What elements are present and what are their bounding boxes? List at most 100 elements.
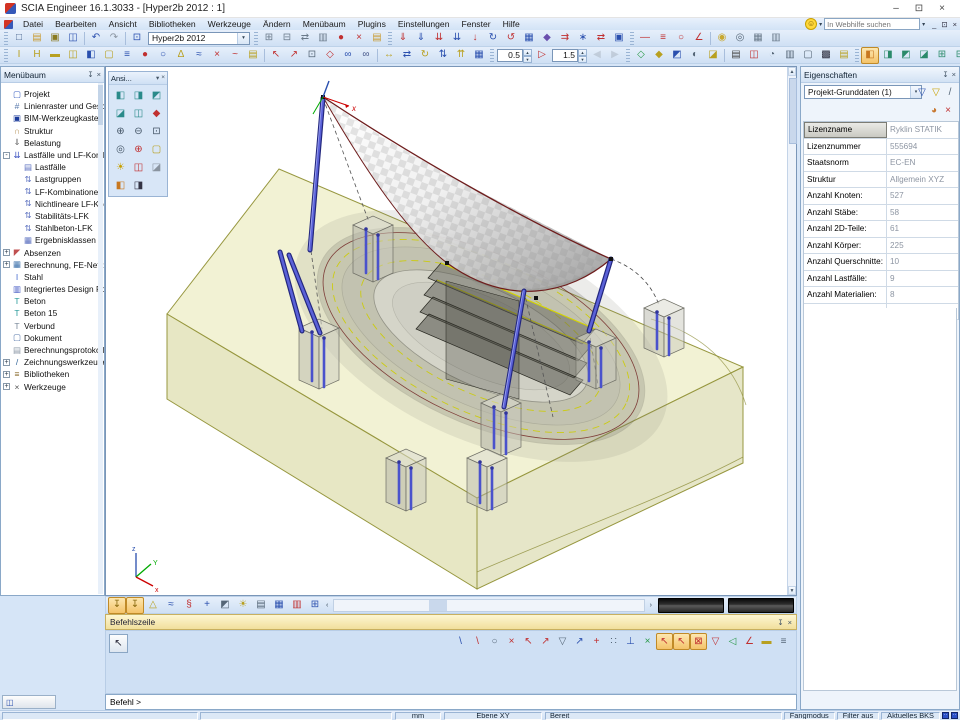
tree-item[interactable]: + × Werkzeuge (1, 381, 104, 393)
close-icon[interactable]: × (952, 70, 956, 79)
import-icon[interactable]: ⊞ (260, 30, 278, 47)
tree-item[interactable]: ▥ Integriertes Design Forms (1, 283, 104, 295)
spin-down-icon[interactable]: ▼ (578, 56, 587, 63)
tree-item[interactable]: ⇓ Belastung (1, 137, 104, 149)
vscroll-thumb[interactable] (789, 78, 797, 144)
bks-button-2[interactable]: ·· (951, 712, 958, 719)
mobile-load-icon[interactable]: ⇄ (592, 30, 610, 47)
layout-icon-3[interactable]: ◩ (897, 47, 915, 64)
search-dropdown-icon[interactable]: ▾ (922, 21, 925, 28)
help-dropdown-icon[interactable]: ▾ (819, 21, 822, 28)
move-point-icon[interactable]: ↗ (537, 633, 554, 650)
property-row[interactable]: Anzahl Körper: 225 (804, 238, 958, 255)
snap-tangent-icon[interactable]: ◁ (724, 633, 741, 650)
view-angle-icon[interactable]: ◆ (147, 105, 166, 122)
close-icon[interactable]: × (161, 74, 165, 82)
render-mode-icon[interactable]: ◩ (216, 597, 234, 614)
project-combo[interactable]: Hyper2b 2012 ▾ (148, 32, 250, 45)
command-input[interactable]: Befehl > (105, 694, 797, 710)
zoom-all-icon[interactable]: ◎ (111, 141, 130, 158)
export-icon[interactable]: ⊟ (278, 30, 296, 47)
select-node-icon[interactable]: ↖ (267, 47, 285, 64)
select-cursor-icon[interactable]: ↖ (520, 633, 537, 650)
subsoil-icon[interactable]: ≈ (190, 47, 208, 64)
grid-icon[interactable]: ▦ (749, 30, 767, 47)
wind-load-icon[interactable]: ⇉ (556, 30, 574, 47)
property-row[interactable]: Anzahl Materialien: 8 (804, 287, 958, 304)
property-row[interactable]: Staatsnorm EC-EN (804, 155, 958, 172)
tree-expander-icon[interactable]: + (3, 249, 10, 256)
close-icon[interactable]: × (97, 70, 101, 79)
tree-item[interactable]: + ◤ Absenzen (1, 246, 104, 258)
3d-viewport[interactable]: x z Y x Ansi... ▾ × (105, 66, 797, 596)
flag-icon[interactable]: ▽ (554, 633, 571, 650)
view-side-icon[interactable]: ◨ (129, 87, 148, 104)
tree-item[interactable]: ⇅ Lastgruppen (1, 173, 104, 185)
layout-icon-2[interactable]: ◨ (879, 47, 897, 64)
layout-active-icon[interactable]: ◧ (861, 47, 879, 64)
tree-item[interactable]: ▣ BIM-Werkzeugkasten (1, 112, 104, 124)
menu-item[interactable]: Ändern (257, 18, 297, 30)
scroll-right-icon[interactable]: › (648, 602, 654, 609)
snap-clear-icon[interactable]: × (639, 633, 656, 650)
wall-icon[interactable]: ◫ (64, 47, 82, 64)
thermal-load-icon[interactable]: ↓ (466, 30, 484, 47)
menu-item[interactable]: Plugins (352, 18, 392, 30)
shadow-icon[interactable]: ◨ (129, 177, 148, 194)
menu-item[interactable]: Fenster (455, 18, 496, 30)
scroll-left-icon[interactable]: ‹ (324, 602, 330, 609)
printer-icon[interactable]: ▤ (727, 47, 745, 64)
rendered-icon[interactable]: ◩ (668, 47, 686, 64)
undo-icon[interactable]: ↶ (87, 30, 105, 47)
select-polygon-icon[interactable]: ◇ (321, 47, 339, 64)
open-project-icon[interactable]: ▤ (28, 30, 46, 47)
close-window-icon[interactable]: ⊡ (128, 30, 146, 47)
tree-item[interactable]: ⇅ Nichtlineare LF-Kombinationen (1, 198, 104, 210)
snap-intersection-icon[interactable]: ⊠ (690, 633, 707, 650)
delete-row-icon[interactable]: × (941, 103, 955, 118)
angle-icon[interactable]: ∠ (690, 30, 708, 47)
axes-icon[interactable]: + (198, 597, 216, 614)
tree-item[interactable]: ▤ Berechnungsprotokoll (1, 344, 104, 356)
zoom-in-icon[interactable]: ⊕ (111, 123, 130, 140)
tree-item[interactable]: ∩ Struktur (1, 125, 104, 137)
pin-icon[interactable]: ↧ (87, 70, 93, 79)
scale-tool-icon[interactable]: ▷ (533, 47, 551, 64)
plate-icon[interactable]: ▬ (46, 47, 64, 64)
graph-icon[interactable]: ≈ (162, 597, 180, 614)
pin-icon[interactable]: ↧ (942, 70, 948, 79)
paste-icon[interactable]: ▥ (767, 30, 785, 47)
animation-bar-2[interactable] (728, 598, 794, 613)
menu-item[interactable]: Datei (17, 18, 49, 30)
property-row[interactable]: Anzahl Stäbe: 58 (804, 205, 958, 222)
copy-icon[interactable]: ⇄ (398, 47, 416, 64)
select-marquee-icon[interactable]: ⊡ (303, 47, 321, 64)
tree-item[interactable]: # Linienraster und Geschosse (1, 100, 104, 112)
notes-icon[interactable]: ▤ (835, 47, 853, 64)
snap-perp-icon[interactable]: ▽ (707, 633, 724, 650)
grid2-icon[interactable]: ⊞ (306, 597, 324, 614)
support-icon[interactable]: Δ (172, 47, 190, 64)
predefined-load-icon[interactable]: ◆ (538, 30, 556, 47)
status-toggle[interactable]: Filter aus (837, 712, 879, 720)
binoculars-icon[interactable]: ∞ (339, 47, 357, 64)
property-row[interactable]: Anzahl 2D-Teile: 61 (804, 221, 958, 238)
menu-item[interactable]: Werkzeuge (202, 18, 257, 30)
tree-item[interactable]: - ⇊ Lastfälle und LF-Kombinationen (1, 149, 104, 161)
light-icon[interactable]: ☀ (111, 159, 130, 176)
draw-line2-icon[interactable]: \ (469, 633, 486, 650)
view-front-icon[interactable]: ◧ (111, 87, 130, 104)
tree-item[interactable]: ⇅ Stahlbeton-LFK (1, 222, 104, 234)
circle-icon[interactable]: ○ (672, 30, 690, 47)
node-icon[interactable]: ● (136, 47, 154, 64)
load-panel-icon[interactable]: ▦ (520, 30, 538, 47)
help-smiley-icon[interactable]: ☺ (805, 18, 817, 30)
property-row[interactable]: Anzahl Querschnitte: 10 (804, 254, 958, 271)
tree-item[interactable]: + ▦ Berechnung, FE-Netz (1, 259, 104, 271)
redo-icon[interactable]: ↷ (105, 30, 123, 47)
close-icon[interactable]: × (788, 618, 792, 627)
property-row[interactable]: Lizenznummer 555694 (804, 139, 958, 156)
snap-settings-icon[interactable]: ▬ (758, 633, 775, 650)
shading-icon[interactable]: ◐ (686, 47, 704, 64)
snap-ortho-icon[interactable]: ⊥ (622, 633, 639, 650)
